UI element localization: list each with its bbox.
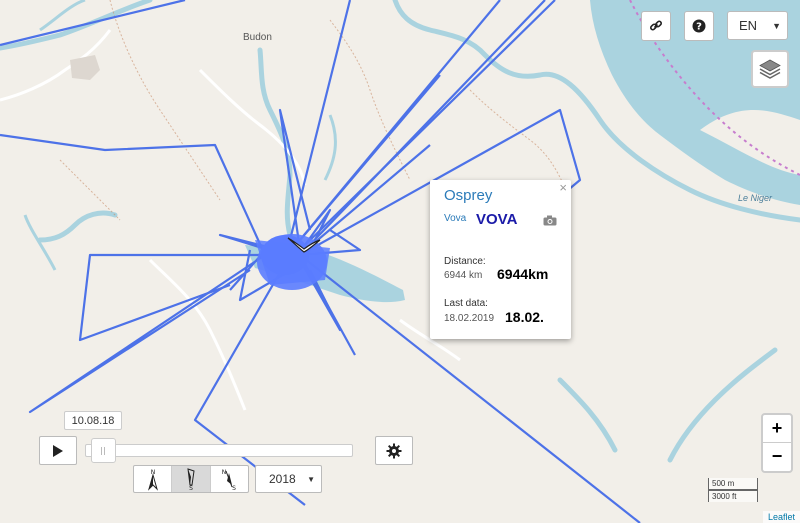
svg-text:?: ? bbox=[696, 22, 702, 33]
layers-button[interactable] bbox=[751, 50, 789, 88]
town-label: Budon bbox=[243, 32, 272, 43]
scale-bar: 500 m 3000 ft bbox=[708, 478, 758, 502]
lastdata-small: 18.02.2019 bbox=[444, 313, 495, 324]
grip-icon bbox=[101, 446, 106, 455]
popup-close-button[interactable]: × bbox=[559, 180, 567, 195]
play-icon bbox=[53, 444, 63, 457]
lastdata-label: Last data: bbox=[444, 298, 488, 309]
orientation-toggle-group: N S N S bbox=[133, 465, 249, 493]
camera-icon[interactable] bbox=[543, 213, 557, 231]
orientation-south-button[interactable]: S bbox=[172, 466, 211, 492]
settings-button[interactable] bbox=[375, 436, 413, 465]
link-button[interactable] bbox=[641, 11, 671, 41]
year-value: 2018 bbox=[269, 472, 296, 486]
zoom-out-button[interactable]: − bbox=[763, 443, 791, 470]
distance-small: 6944 km bbox=[444, 270, 483, 281]
date-tooltip: 10.08.18 bbox=[64, 411, 122, 430]
compass-south-icon: S bbox=[187, 468, 195, 491]
compass-ns-n-text: N bbox=[222, 469, 227, 476]
caret-down-icon: ▼ bbox=[307, 475, 315, 484]
compass-s-text: S bbox=[189, 485, 193, 491]
timeline-slider-track[interactable] bbox=[85, 444, 353, 457]
play-button[interactable] bbox=[39, 436, 77, 465]
orientation-north-south-button[interactable]: N S bbox=[211, 466, 248, 492]
link-icon bbox=[649, 20, 663, 31]
year-select[interactable]: 2018 ▼ bbox=[255, 465, 322, 493]
lastdata-value: 18.02. bbox=[505, 309, 544, 325]
help-icon: ? bbox=[692, 19, 706, 33]
popup-species: Osprey bbox=[444, 187, 493, 204]
compass-ns-s-text: S bbox=[232, 485, 236, 491]
layers-icon bbox=[759, 59, 781, 79]
distance-label: Distance: bbox=[444, 256, 486, 267]
caret-down-icon: ▼ bbox=[772, 21, 781, 31]
orientation-north-up-button[interactable]: N bbox=[134, 466, 173, 492]
distance-value: 6944km bbox=[497, 266, 549, 282]
popup-bird-name-small: Vova bbox=[444, 213, 467, 224]
scale-imperial: 3000 ft bbox=[708, 490, 758, 502]
language-value: EN bbox=[739, 18, 758, 33]
zoom-control: + − bbox=[761, 413, 793, 473]
bird-info-popup: × Osprey Vova VOVA Distance: 6944 km 694… bbox=[430, 180, 571, 339]
language-select[interactable]: EN ▼ bbox=[727, 11, 788, 40]
popup-bird-name: VOVA bbox=[476, 211, 518, 228]
zoom-in-button[interactable]: + bbox=[763, 415, 791, 443]
river-label: Le Niger bbox=[738, 193, 773, 203]
timeline-slider-handle[interactable] bbox=[90, 438, 116, 463]
help-button[interactable]: ? bbox=[684, 11, 714, 41]
scale-metric: 500 m bbox=[708, 478, 758, 490]
compass-north-south-icon: N S bbox=[222, 469, 236, 491]
attribution-link[interactable]: Leaflet bbox=[762, 511, 800, 523]
gear-icon bbox=[386, 443, 402, 458]
compass-north-icon: N bbox=[147, 469, 158, 491]
